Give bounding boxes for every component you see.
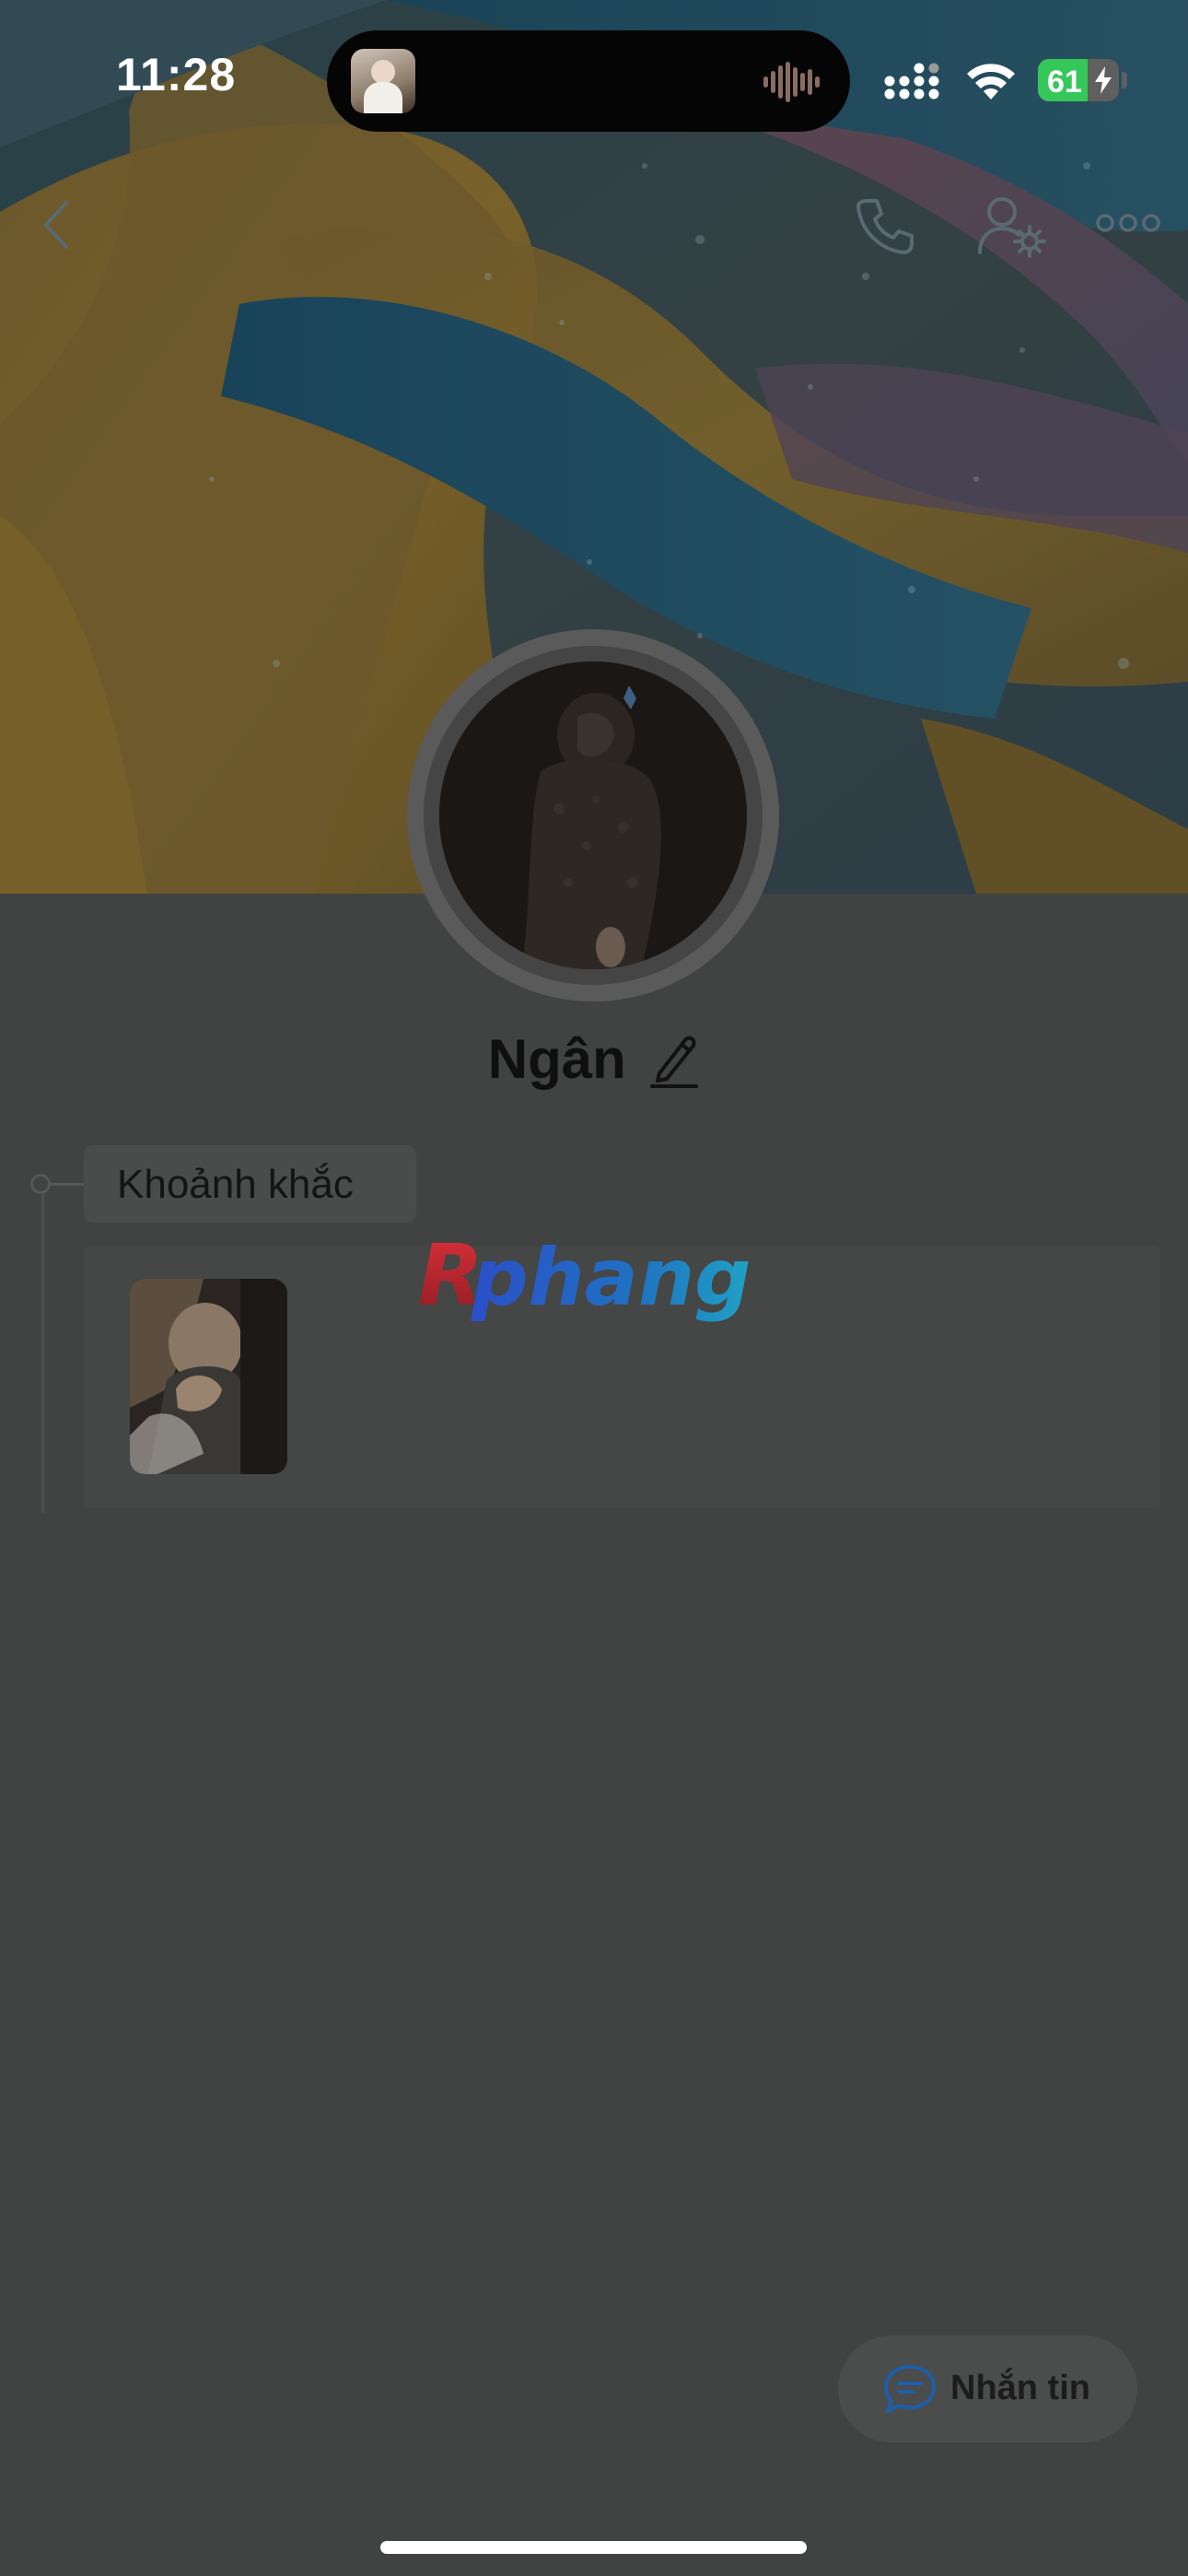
moments-header: Khoảnh khắc	[84, 1145, 416, 1223]
battery-cap	[1122, 72, 1127, 88]
timeline-dot	[30, 1174, 51, 1194]
more-icon[interactable]	[1096, 210, 1160, 236]
wifi-icon	[967, 64, 1015, 100]
avatar-frame[interactable]	[407, 629, 779, 1001]
pencil-icon[interactable]	[648, 1031, 700, 1088]
profile-name-row: Ngân	[0, 1027, 1188, 1091]
avatar-photo	[439, 662, 747, 969]
now-playing-thumbnail	[351, 49, 415, 113]
home-indicator[interactable]	[380, 2541, 807, 2554]
message-button-label: Nhắn tin	[950, 2369, 1090, 2407]
battery-percentage: 61	[1047, 64, 1082, 100]
profile-name: Ngân	[487, 1028, 626, 1090]
profile-settings-icon[interactable]	[978, 193, 1046, 258]
profile-screen: 11:28 61 Ngân Khoảnh khắc R phang Nhắn t…	[0, 0, 1188, 2576]
call-icon[interactable]	[855, 195, 915, 256]
timeline-connector	[51, 1183, 84, 1186]
signal-icon	[884, 63, 939, 100]
avatar[interactable]	[439, 662, 747, 969]
moment-photo	[130, 1279, 287, 1474]
chat-bubble-icon	[884, 2365, 936, 2413]
charging-bolt-icon	[1095, 66, 1112, 94]
back-icon[interactable]	[39, 197, 76, 252]
status-bar: 11:28 61	[0, 0, 1188, 157]
battery-icon: 61	[1038, 59, 1119, 101]
watermark-logo: R phang	[418, 1235, 751, 1325]
audio-wave-icon	[763, 62, 820, 102]
message-button[interactable]: Nhắn tin	[838, 2336, 1137, 2442]
timeline-line	[41, 1186, 44, 1513]
status-time: 11:28	[116, 49, 237, 100]
moments-label: Khoảnh khắc	[117, 1162, 354, 1207]
svg-text:phang: phang	[471, 1235, 751, 1324]
moment-thumbnail[interactable]	[130, 1279, 287, 1474]
dynamic-island[interactable]	[327, 30, 850, 132]
